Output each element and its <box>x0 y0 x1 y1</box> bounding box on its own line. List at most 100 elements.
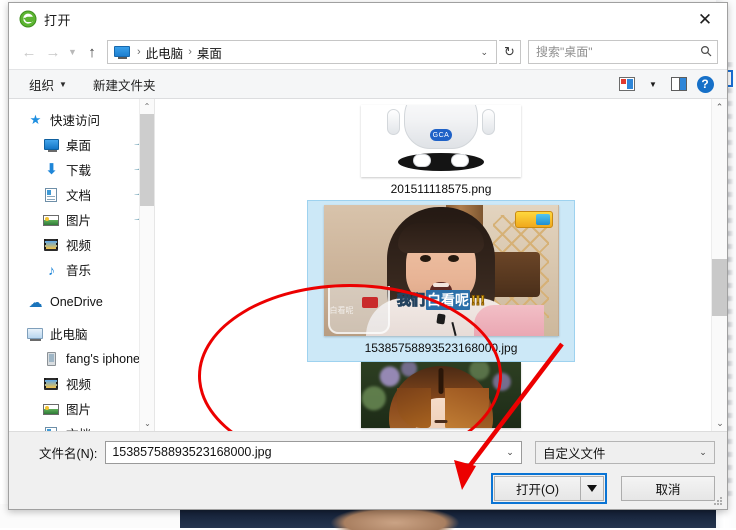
dialog-toolbar: 组织 ▼ 新建文件夹 ▼ ? <box>9 69 727 99</box>
videos-icon <box>43 237 60 253</box>
sidebar-item-fangs-iphone[interactable]: fang's iphone <box>9 346 154 371</box>
filename-combobox[interactable]: ⌄ <box>105 440 522 464</box>
new-folder-button[interactable]: 新建文件夹 <box>93 75 156 94</box>
documents-icon <box>43 187 60 203</box>
search-input[interactable] <box>529 45 695 59</box>
address-bar-row: ← → ▼ ↑ › 此电脑 › 桌面 ⌄ ↻ <box>9 35 727 69</box>
list-item-selected[interactable]: 我们 白看呢 !!! 白看呢 15385758893523168000.jpg <box>307 200 575 362</box>
breadcrumb-separator: › <box>137 46 141 58</box>
file-list-scrollbar[interactable]: ⌃ ⌄ <box>711 99 727 431</box>
music-icon: ♪ <box>48 261 55 278</box>
open-dropdown-button[interactable] <box>580 475 604 501</box>
chevron-down-icon[interactable]: ⌄ <box>692 447 714 458</box>
sidebar-item-documents[interactable]: 文档 📌 <box>9 182 154 207</box>
list-item[interactable]: GCA 201511118575.png <box>307 105 575 200</box>
girl-photo-image: 我们 白看呢 !!! 白看呢 <box>323 205 559 336</box>
list-item[interactable] <box>307 362 575 428</box>
this-pc-crumb-icon <box>114 45 130 59</box>
sidebar-item-pictures[interactable]: 图片 📌 <box>9 207 154 232</box>
star-icon: ★ <box>29 111 42 127</box>
up-icon[interactable]: ↑ <box>80 40 104 64</box>
resize-grip[interactable] <box>713 496 724 507</box>
breadcrumb-item-0[interactable]: 此电脑 <box>146 43 184 62</box>
help-icon[interactable]: ? <box>692 73 718 95</box>
back-icon[interactable]: ← <box>17 40 41 64</box>
preview-pane-icon[interactable] <box>666 73 692 95</box>
download-icon: ⬇ <box>45 160 58 178</box>
file-type-filter-value: 自定义文件 <box>543 446 606 461</box>
open-split-button[interactable]: 打开(O) <box>491 472 607 504</box>
sidebar-item-label: 此电脑 <box>50 328 88 342</box>
green-e-browser-icon <box>19 10 37 28</box>
list-scroll-down-icon[interactable]: ⌄ <box>712 415 727 431</box>
sidebar-item-desktop[interactable]: 桌面 📌 <box>9 132 154 157</box>
sidebar-scrollbar-thumb[interactable] <box>140 114 154 206</box>
white-robot-image: GCA <box>361 105 521 177</box>
sidebar-item-onedrive[interactable]: ☁ OneDrive <box>9 289 154 314</box>
list-item-label: 15385758893523168000.jpg <box>364 341 518 355</box>
open-button[interactable]: 打开(O) <box>494 475 580 501</box>
refresh-icon[interactable]: ↻ <box>499 40 521 64</box>
close-icon[interactable]: ✕ <box>683 4 727 35</box>
list-item-label: 201511118575.png <box>390 182 492 196</box>
sidebar-scrollbar[interactable]: ⌃ ⌄ <box>139 99 154 431</box>
sidebar-item-videos[interactable]: 视频 <box>9 232 154 257</box>
sidebar-item-downloads[interactable]: ⬇ 下载 📌 <box>9 157 154 182</box>
woman-photo-image <box>361 362 521 428</box>
view-options-dropdown-icon[interactable]: ▼ <box>640 73 666 95</box>
this-pc-icon <box>27 326 44 342</box>
breadcrumb-separator: › <box>188 46 192 58</box>
search-box[interactable] <box>528 40 718 64</box>
view-options-icon[interactable] <box>614 73 640 95</box>
sidebar-scroll-down-icon[interactable]: ⌄ <box>140 416 154 431</box>
chevron-down-icon[interactable]: ⌄ <box>499 447 521 458</box>
forward-icon[interactable]: → <box>41 40 65 64</box>
dialog-body: ★ 快速访问 桌面 📌 ⬇ 下载 📌 文档 📌 图片 📌 <box>9 99 727 468</box>
sidebar-item-label: 下载 <box>66 164 92 178</box>
pictures-icon <box>43 401 60 417</box>
organize-label: 组织 <box>29 78 55 93</box>
file-list[interactable]: GCA 201511118575.png 我们 白看呢 !!! 白看呢 1538… <box>155 99 727 431</box>
sidebar-item-label: 桌面 <box>66 139 92 153</box>
onedrive-cloud-icon: ☁ <box>28 293 43 310</box>
subtitle-highlight: 白看呢 <box>426 290 470 310</box>
sidebar-item-quick-access[interactable]: ★ 快速访问 <box>9 107 154 132</box>
photo-watermark: 白看呢 <box>329 306 354 315</box>
sidebar-item-videos-pc[interactable]: 视频 <box>9 371 154 396</box>
sidebar-item-music[interactable]: ♪ 音乐 <box>9 257 154 282</box>
organize-button[interactable]: 组织 ▼ <box>29 75 67 94</box>
sidebar-item-label: 文档 <box>66 189 92 203</box>
sidebar-item-label: 视频 <box>66 378 92 392</box>
sidebar-item-label: 图片 <box>66 403 92 417</box>
recent-locations-icon[interactable]: ▼ <box>65 40 80 64</box>
phone-icon <box>43 351 60 367</box>
subtitle-suffix: !!! <box>471 292 486 309</box>
dialog-footer: 文件名(N): ⌄ 自定义文件 ⌄ 打开(O) 取消 <box>9 431 727 509</box>
dialog-titlebar[interactable]: 打开 ✕ <box>9 3 727 35</box>
search-icon[interactable] <box>695 45 717 60</box>
sidebar-item-label: fang's iphone <box>66 351 140 366</box>
sidebar-scroll-up-icon[interactable]: ⌃ <box>140 99 154 114</box>
chevron-down-icon: ▼ <box>59 79 67 89</box>
cancel-button[interactable]: 取消 <box>621 475 715 501</box>
sidebar-item-documents-pc[interactable]: 文档 <box>9 421 154 431</box>
address-dropdown-icon[interactable]: ⌄ <box>472 47 496 58</box>
desktop-icon <box>43 137 60 153</box>
address-bar[interactable]: › 此电脑 › 桌面 ⌄ <box>107 40 497 64</box>
subtitle-prefix: 我们 <box>397 292 426 309</box>
sidebar-item-label: 视频 <box>66 239 92 253</box>
dialog-title: 打开 <box>44 12 72 28</box>
file-list-scrollbar-thumb[interactable] <box>712 259 727 316</box>
navigation-sidebar: ★ 快速访问 桌面 📌 ⬇ 下载 📌 文档 📌 图片 📌 <box>9 99 154 431</box>
breadcrumb-item-1[interactable]: 桌面 <box>197 43 222 62</box>
filename-input[interactable] <box>106 445 499 459</box>
new-folder-label: 新建文件夹 <box>92 78 156 93</box>
sidebar-item-pictures-pc[interactable]: 图片 <box>9 396 154 421</box>
sidebar-item-this-pc[interactable]: 此电脑 <box>9 321 154 346</box>
filename-label: 文件名(N): <box>39 446 98 461</box>
pictures-icon <box>43 212 60 228</box>
list-scroll-up-icon[interactable]: ⌃ <box>712 99 727 115</box>
sidebar-item-label: 音乐 <box>66 264 92 278</box>
file-type-filter-combobox[interactable]: 自定义文件 ⌄ <box>535 440 715 464</box>
sidebar-item-label: 图片 <box>66 214 92 228</box>
